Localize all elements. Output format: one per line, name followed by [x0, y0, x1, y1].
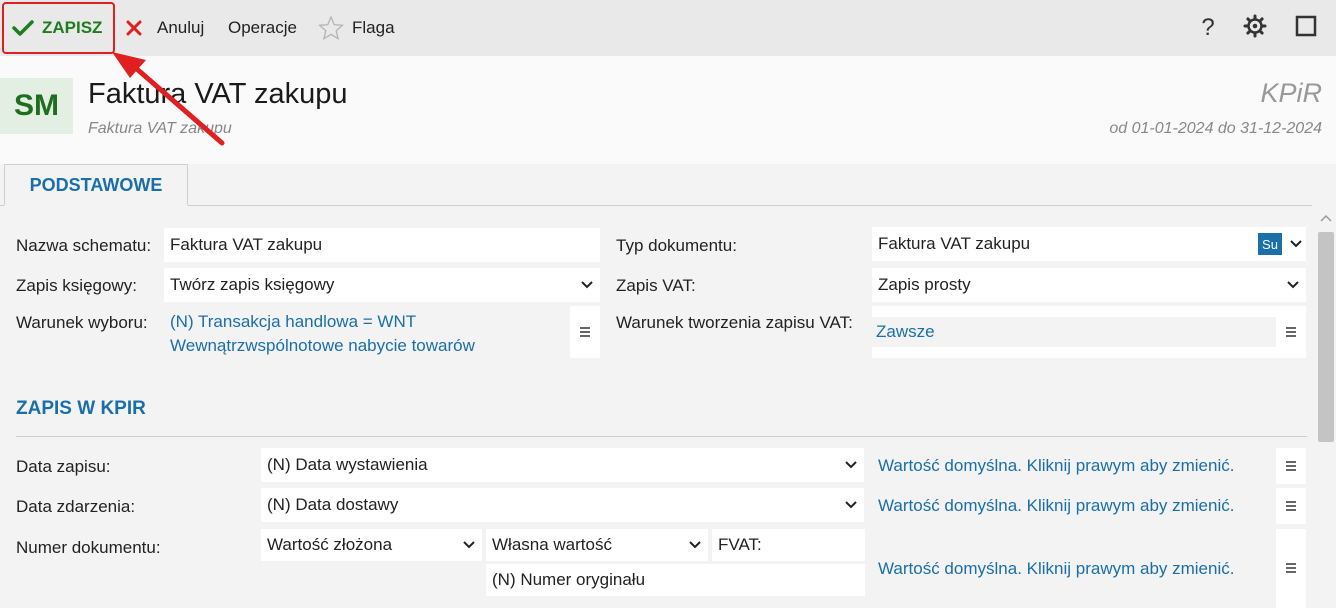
hamburger-icon [1285, 496, 1297, 517]
maximize-button[interactable] [1292, 14, 1320, 42]
entry-date-menu-button[interactable] [1276, 448, 1306, 484]
doc-type-label: Typ dokumentu: [616, 236, 737, 255]
doc-number-own-value: Własna wartość [492, 535, 612, 554]
chevron-down-icon [456, 541, 482, 549]
chevron-down-icon [574, 281, 600, 289]
document-header: SM Faktura VAT zakupu Faktura VAT zakupu… [0, 56, 1336, 164]
doc-number-own-select[interactable]: Własna wartość [486, 529, 708, 561]
selection-label: Warunek wyboru: [16, 313, 148, 332]
star-icon [318, 15, 344, 41]
tab-bar: PODSTAWOWE [0, 164, 1312, 206]
close-icon [125, 19, 143, 37]
checkmark-icon [12, 19, 34, 37]
flag-button[interactable]: Flaga [318, 0, 395, 56]
selection-line1: (N) Transakcja handlowa = WNT [170, 312, 417, 331]
hamburger-icon [579, 322, 591, 343]
doc-number-original-field[interactable]: (N) Numer oryginału [486, 564, 865, 596]
chevron-down-icon [838, 461, 864, 469]
scheme-name-input[interactable]: Faktura VAT zakupu [164, 228, 600, 262]
doc-number-default: Wartość domyślna. Kliknij prawym aby zmi… [878, 558, 1235, 578]
event-date-value: (N) Data dostawy [267, 495, 399, 514]
help-button[interactable]: ? [1194, 14, 1222, 42]
page-title: Faktura VAT zakupu [88, 78, 348, 110]
chevron-down-icon [1280, 281, 1306, 289]
chevron-down-icon [838, 501, 864, 509]
hamburger-icon [1285, 456, 1297, 477]
chevron-down-icon [1286, 240, 1306, 248]
section-title-kpir: ZAPIS W KPIR [16, 398, 146, 419]
settings-button[interactable] [1241, 14, 1269, 42]
event-date-select[interactable]: (N) Data dostawy [261, 488, 864, 522]
event-date-label: Data zdarzenia: [16, 497, 136, 516]
event-date-default-field[interactable]: Wartość domyślna. Kliknij prawym aby zmi… [874, 488, 1276, 524]
cancel-label: Anuluj [157, 18, 205, 37]
event-date-menu-button[interactable] [1276, 488, 1306, 524]
scheme-name-value: Faktura VAT zakupu [170, 235, 323, 254]
period-range: od 01-01-2024 do 31-12-2024 [1109, 120, 1322, 137]
avatar: SM [0, 78, 73, 134]
vat-condition-menu-button[interactable] [1276, 306, 1306, 358]
doc-number-menu-button[interactable] [1276, 529, 1306, 608]
maximize-icon [1295, 15, 1317, 42]
help-icon: ? [1201, 14, 1215, 41]
hamburger-icon [1285, 322, 1297, 343]
entry-date-default-field[interactable]: Wartość domyślna. Kliknij prawym aby zmi… [874, 448, 1276, 484]
hamburger-icon [1285, 558, 1297, 579]
vat-label: Zapis VAT: [616, 276, 696, 295]
doc-number-type-select[interactable]: Wartość złożona [261, 529, 482, 561]
doc-type-badge: Su [1258, 233, 1282, 255]
doc-number-type-value: Wartość złożona [267, 535, 393, 554]
scroll-up-arrow[interactable] [1318, 208, 1334, 228]
doc-type-select[interactable]: Faktura VAT zakupu Su [872, 227, 1306, 261]
module-name: KPiR [1260, 78, 1322, 108]
operations-button[interactable]: Operacje [228, 0, 297, 56]
booking-label: Zapis księgowy: [16, 276, 137, 295]
selection-condition-field[interactable]: (N) Transakcja handlowa = WNT Wewnątrzws… [164, 306, 570, 358]
doc-number-default-field[interactable]: Wartość domyślna. Kliknij prawym aby zmi… [874, 529, 1276, 608]
vat-select[interactable]: Zapis prosty [872, 268, 1306, 302]
tab-podstawowe[interactable]: PODSTAWOWE [4, 164, 188, 206]
doc-number-label: Numer dokumentu: [16, 538, 161, 557]
booking-select[interactable]: Twórz zapis księgowy [164, 268, 600, 302]
save-label: ZAPISZ [42, 18, 103, 37]
entry-date-default: Wartość domyślna. Kliknij prawym aby zmi… [878, 456, 1235, 475]
vat-value: Zapis prosty [878, 275, 971, 294]
doc-number-prefix-value: FVAT: [718, 535, 762, 554]
chevron-down-icon [682, 541, 708, 549]
scheme-name-label: Nazwa schematu: [16, 236, 152, 255]
save-button[interactable]: ZAPISZ [2, 2, 115, 54]
doc-type-value: Faktura VAT zakupu [878, 234, 1031, 253]
selection-menu-button[interactable] [570, 306, 600, 358]
vat-condition-value: Zawsze [872, 317, 1276, 347]
vat-condition-field[interactable]: Zawsze [872, 306, 1276, 358]
page-subtitle: Faktura VAT zakupu [88, 120, 232, 137]
entry-date-label: Data zapisu: [16, 457, 111, 476]
entry-date-select[interactable]: (N) Data wystawienia [261, 448, 864, 482]
toolbar: ZAPISZ Anuluj Operacje Flaga ? [0, 0, 1336, 56]
flag-label: Flaga [352, 18, 395, 37]
cancel-button[interactable]: Anuluj [125, 0, 204, 56]
doc-number-original-value: (N) Numer oryginału [492, 570, 646, 589]
entry-date-value: (N) Data wystawienia [267, 455, 428, 474]
selection-line2: Wewnątrzwspólnotowe nabycie towarów [170, 336, 475, 355]
gear-icon [1243, 14, 1267, 43]
doc-number-prefix-input[interactable]: FVAT: [712, 529, 865, 561]
booking-value: Twórz zapis księgowy [170, 275, 335, 294]
section-divider [16, 436, 1307, 437]
event-date-default: Wartość domyślna. Kliknij prawym aby zmi… [878, 496, 1235, 515]
scrollbar-thumb[interactable] [1318, 232, 1334, 442]
vat-condition-label: Warunek tworzenia zapisu VAT: [616, 313, 853, 332]
operations-label: Operacje [228, 18, 297, 37]
